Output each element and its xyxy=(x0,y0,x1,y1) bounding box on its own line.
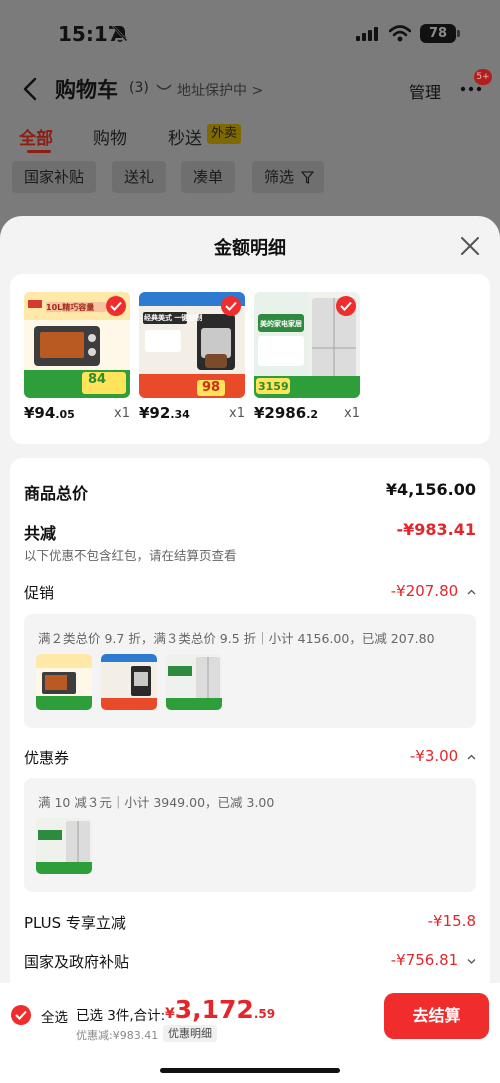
goods-total-value: ¥4,156.00 xyxy=(385,480,476,499)
selected-check[interactable] xyxy=(221,296,241,316)
coupon-item-thumb xyxy=(36,818,92,874)
thumb-badge: 84 xyxy=(88,372,107,387)
battery-cap xyxy=(457,30,460,37)
product-price: ¥92.34 xyxy=(139,404,190,422)
promo-item-thumb xyxy=(166,654,222,710)
check-icon xyxy=(110,301,122,311)
selected-summary: 已选 3件,合计: xyxy=(76,1008,166,1024)
product-thumbnail[interactable]: 98 经典美式 一键自制 xyxy=(139,292,245,398)
filter-chips: 国家补贴 送礼 凑单 筛选 xyxy=(0,157,500,197)
chip-filter[interactable]: 筛选 xyxy=(252,161,325,193)
promo-item-thumb xyxy=(101,654,157,710)
takeout-tag: 外卖 xyxy=(207,124,242,144)
coffee-thumb-image xyxy=(101,654,157,710)
promo-toggle[interactable]: -¥207.80 xyxy=(391,582,476,600)
promo-item-thumb xyxy=(36,654,92,710)
product-quantity: x1 xyxy=(344,406,360,421)
promo-detail-box: 满２类总价 9.7 折，满３类总价 9.5 折｜小计 4156.00，已减 20… xyxy=(24,614,476,728)
chip-national-subsidy[interactable]: 国家补贴 xyxy=(12,161,97,193)
oven-thumb-image xyxy=(36,654,92,710)
back-icon[interactable] xyxy=(20,76,40,102)
checkout-bar: 全选 已选 3件,合计: ¥3,172.59 优惠减:¥983.41 优惠明细 … xyxy=(0,983,500,1083)
plus-discount-label: PLUS 专享立减 xyxy=(24,914,126,932)
address-protection[interactable]: 地址保护中 > xyxy=(177,80,263,100)
product-thumbnail[interactable]: 84 10L精巧容量 xyxy=(24,292,130,398)
product-price: ¥2986.2 xyxy=(254,404,319,422)
tab-shopping[interactable]: 购物 xyxy=(93,124,127,149)
product-price: ¥94.05 xyxy=(24,404,75,422)
selected-check[interactable] xyxy=(336,296,356,316)
fridge-thumb-image xyxy=(36,818,92,874)
subsidy-value: -¥756.81 xyxy=(390,951,459,969)
home-indicator xyxy=(160,1068,340,1073)
total-reduce-value: -¥983.41 xyxy=(396,520,476,539)
wifi-icon xyxy=(389,25,411,42)
shield-icon xyxy=(156,84,172,90)
product-item[interactable]: 98 经典美式 一键自制 ¥92.34 x1 xyxy=(139,292,245,422)
product-item[interactable]: 84 10L精巧容量 ¥94.05 x1 xyxy=(24,292,130,422)
select-all-checkbox[interactable] xyxy=(11,1005,31,1025)
tab-instant[interactable]: 秒送 xyxy=(168,124,202,149)
promo-label: 促销 xyxy=(24,584,55,602)
selected-check[interactable] xyxy=(106,296,126,316)
order-total: ¥3,172.59 xyxy=(165,995,276,1024)
select-all-label[interactable]: 全选 xyxy=(41,1006,68,1026)
tab-underline xyxy=(27,150,51,153)
cart-nav-bar: 购物车 (3) 地址保护中 > 管理 5+ xyxy=(0,64,500,114)
caret-up-icon xyxy=(467,589,476,594)
caret-down-icon xyxy=(467,958,476,964)
check-icon xyxy=(340,301,352,311)
product-item[interactable]: 3159 美的家电家居 ¥2986.2 x1 xyxy=(254,292,360,422)
thumb-badge: 3159 xyxy=(258,380,289,393)
chip-bundle[interactable]: 凑单 xyxy=(181,161,236,193)
status-bar: 15:17 78 xyxy=(0,0,500,64)
bell-slash-icon xyxy=(112,25,128,43)
tab-all[interactable]: 全部 xyxy=(19,124,53,149)
close-icon[interactable] xyxy=(459,235,481,257)
cart-count: (3) xyxy=(129,80,149,96)
subsidy-toggle[interactable]: -¥756.81 xyxy=(391,951,476,969)
coupon-label: 优惠券 xyxy=(24,749,70,767)
check-icon xyxy=(225,301,237,311)
sheet-title: 金额明细 xyxy=(214,238,286,259)
thumb-caption: 10L精巧容量 xyxy=(46,303,95,312)
more-icon[interactable] xyxy=(460,86,482,92)
promo-description: 满２类总价 9.7 折，满３类总价 9.5 折｜小计 4156.00，已减 20… xyxy=(38,631,435,646)
goods-total-label: 商品总价 xyxy=(24,484,89,503)
checkout-button[interactable]: 去结算 xyxy=(384,993,489,1039)
promo-value: -¥207.80 xyxy=(390,582,459,600)
coupon-value: -¥3.00 xyxy=(409,747,459,765)
thumb-caption: 经典美式 一键自制 xyxy=(144,314,203,322)
price-breakdown-card: 商品总价 ¥4,156.00 共减 -¥983.41 以下优惠不包含红包，请在结… xyxy=(10,458,490,998)
chip-gift[interactable]: 送礼 xyxy=(112,161,167,193)
message-badge: 5+ xyxy=(474,69,492,85)
discount-summary: 优惠减:¥983.41 xyxy=(76,1029,159,1042)
discount-detail-link[interactable]: 优惠明细 xyxy=(163,1025,217,1042)
subsidy-label: 国家及政府补贴 xyxy=(24,953,130,971)
product-quantity: x1 xyxy=(114,406,130,421)
manage-button[interactable]: 管理 xyxy=(409,79,441,103)
product-quantity: x1 xyxy=(229,406,245,421)
page-title: 购物车 xyxy=(55,78,118,102)
amount-detail-sheet: 金额明细 84 10L精巧容量 ¥94.05 x1 98 经典美式 一键自制 ¥… xyxy=(0,216,500,1083)
thumb-badge: 98 xyxy=(202,380,221,395)
reduce-hint: 以下优惠不包含红包，请在结算页查看 xyxy=(24,548,237,563)
cart-tabs: 全部 购物 秒送 外卖 xyxy=(0,118,500,154)
selected-products-card: 84 10L精巧容量 ¥94.05 x1 98 经典美式 一键自制 ¥92.34… xyxy=(10,274,490,444)
total-reduce-label: 共减 xyxy=(24,524,57,543)
coupon-detail-box: 满 10 减３元｜小计 3949.00，已减 3.00 xyxy=(24,778,476,892)
chip-filter-label: 筛选 xyxy=(264,168,295,186)
battery-indicator: 78 xyxy=(420,24,456,43)
coupon-description: 满 10 减３元｜小计 3949.00，已减 3.00 xyxy=(38,795,275,810)
fridge-thumb-image xyxy=(166,654,222,710)
filter-icon xyxy=(301,171,314,184)
signal-icon xyxy=(356,27,378,41)
plus-discount-value: -¥15.8 xyxy=(427,912,476,930)
thumb-caption: 美的家电家居 xyxy=(260,320,302,328)
product-thumbnail[interactable]: 3159 美的家电家居 xyxy=(254,292,360,398)
caret-up-icon xyxy=(467,754,476,759)
check-icon xyxy=(15,1010,27,1020)
coupon-toggle[interactable]: -¥3.00 xyxy=(410,747,476,765)
